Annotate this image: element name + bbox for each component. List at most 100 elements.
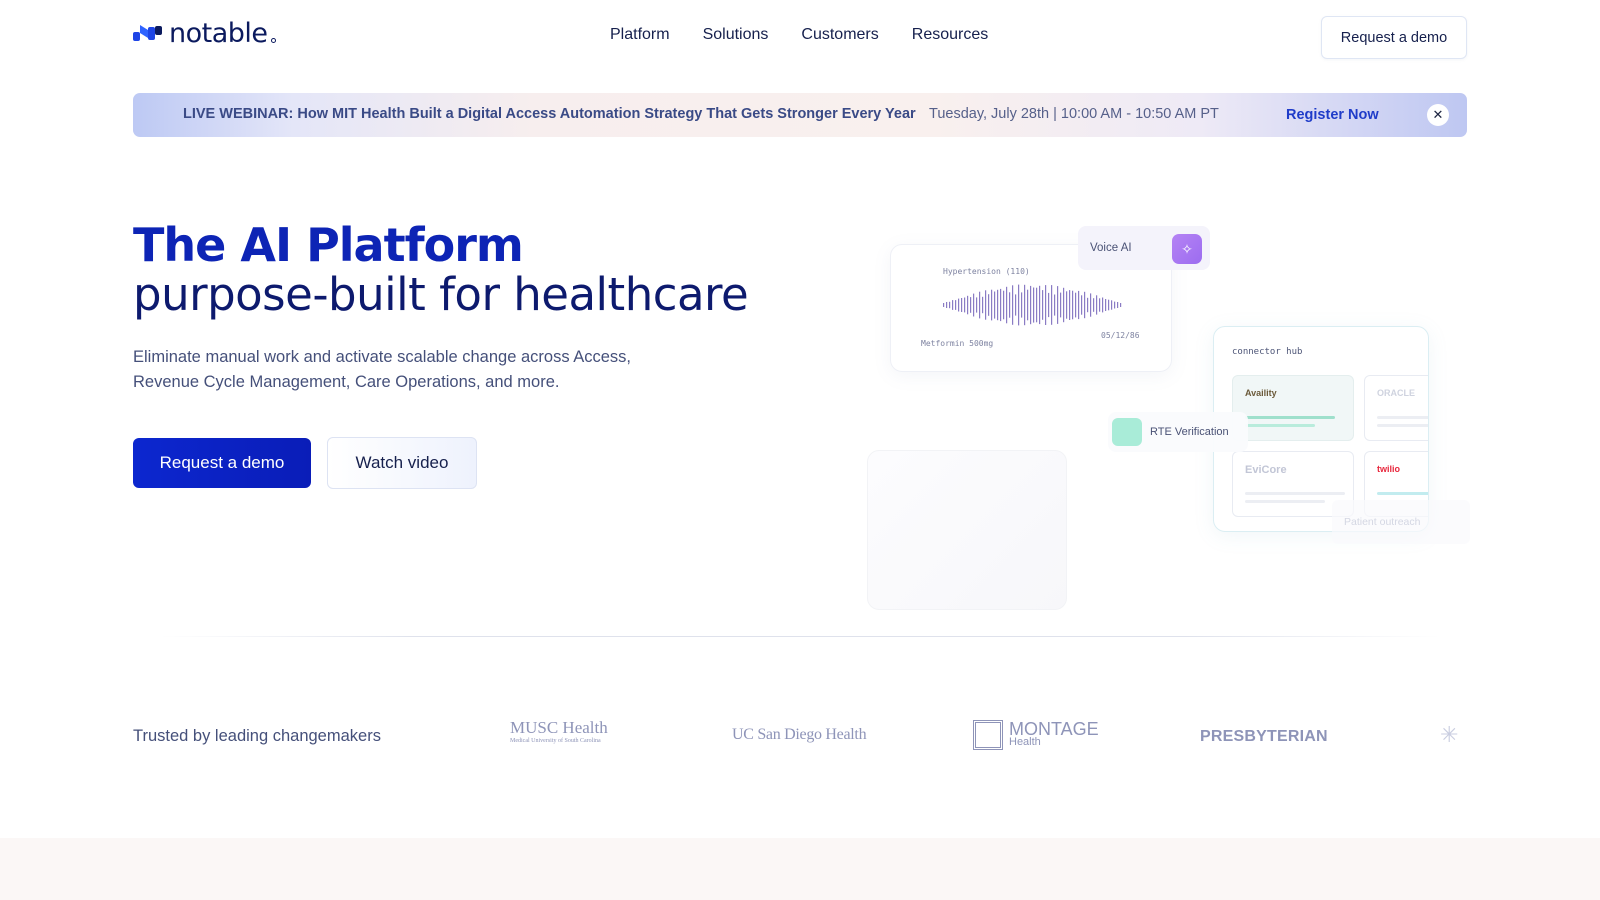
uc-san-diego-health-logo: UC San Diego Health bbox=[732, 726, 867, 743]
waveform-bar bbox=[1105, 299, 1107, 311]
waveform-bar bbox=[1090, 293, 1092, 317]
partial-logo-icon: ✳ bbox=[1440, 722, 1459, 747]
nav-platform[interactable]: Platform bbox=[610, 26, 670, 44]
hero-request-demo-button[interactable]: Request a demo bbox=[133, 438, 311, 488]
waveform-bar bbox=[1036, 287, 1038, 323]
logo-dot bbox=[270, 38, 276, 43]
waveform-bar bbox=[946, 302, 948, 308]
waveform-bar bbox=[955, 300, 957, 310]
waveform-bar bbox=[964, 297, 966, 313]
close-icon[interactable]: ✕ bbox=[1427, 104, 1449, 126]
waveform-bar bbox=[1063, 287, 1065, 323]
waveform-bar bbox=[1087, 297, 1089, 313]
waveform-bar bbox=[1093, 298, 1095, 312]
tile-line bbox=[1245, 500, 1325, 503]
voice-ai-label: Voice AI bbox=[1090, 242, 1132, 254]
patient-outreach-chip: Patient outreach bbox=[1332, 500, 1470, 544]
waveform-bar bbox=[1111, 300, 1113, 310]
waveform-bar bbox=[991, 289, 993, 321]
waveform-bar bbox=[979, 291, 981, 319]
header-request-demo-button[interactable]: Request a demo bbox=[1321, 16, 1467, 59]
waveform-bar bbox=[1108, 299, 1110, 311]
hero-illustration: Hypertension (110) Metformin 500mg 05/12… bbox=[860, 220, 1470, 620]
waveform-bar bbox=[970, 297, 972, 313]
tile-line bbox=[1245, 492, 1345, 495]
waveform-bar bbox=[1018, 284, 1020, 326]
notable-logo[interactable]: notable bbox=[133, 20, 276, 47]
waveform-bar bbox=[1045, 285, 1047, 325]
waveform-bar bbox=[1054, 294, 1056, 316]
connector-hub-title: connector hub bbox=[1232, 347, 1303, 357]
voice-top-label: Hypertension (110) bbox=[943, 267, 1030, 276]
presbyterian-logo: PRESBYTERIAN bbox=[1200, 728, 1328, 745]
waveform-bar bbox=[1084, 291, 1086, 319]
banner-register-link[interactable]: Register Now bbox=[1286, 107, 1379, 123]
musc-logo-text: MUSC Health bbox=[510, 718, 608, 737]
nav-customers[interactable]: Customers bbox=[801, 26, 878, 44]
waveform-bar bbox=[997, 289, 999, 321]
tile-line bbox=[1245, 424, 1315, 427]
waveform-bar bbox=[1066, 291, 1068, 319]
waveform-bar bbox=[1000, 288, 1002, 322]
waveform-bar bbox=[1015, 294, 1017, 316]
waveform-bar bbox=[973, 293, 975, 317]
waveform-bar bbox=[1027, 289, 1029, 321]
banner-date: Tuesday, July 28th | 10:00 AM - 10:50 AM… bbox=[929, 106, 1219, 122]
voice-bottom-label: Metformin 500mg bbox=[921, 339, 994, 348]
waveform-bar bbox=[1024, 284, 1026, 326]
notable-logo-icon bbox=[133, 24, 162, 41]
waveform-bar bbox=[1009, 292, 1011, 318]
rte-icon bbox=[1112, 418, 1142, 446]
montage-health-logo: MONTAGE Health bbox=[973, 720, 1099, 750]
waveform-bar bbox=[1072, 290, 1074, 320]
tile-line bbox=[1377, 492, 1428, 495]
montage-logo-text: MONTAGE bbox=[1009, 719, 1099, 739]
section-divider bbox=[160, 636, 1440, 637]
waveform-bar bbox=[1039, 285, 1041, 325]
waveform-bar bbox=[1048, 292, 1050, 318]
waveform-bar bbox=[943, 303, 945, 307]
nav-resources[interactable]: Resources bbox=[912, 26, 988, 44]
availity-logo: Availity bbox=[1245, 388, 1277, 398]
waveform-bar bbox=[1057, 286, 1059, 324]
waveform-bar bbox=[976, 297, 978, 313]
evicore-logo: EviCore bbox=[1245, 464, 1287, 476]
waveform-bar bbox=[988, 294, 990, 316]
montage-logo-mark bbox=[973, 720, 1003, 750]
waveform-bar bbox=[961, 298, 963, 312]
banner-title[interactable]: LIVE WEBINAR: How MIT Health Built a Dig… bbox=[183, 106, 916, 122]
hero-title-line1: The AI Platform bbox=[133, 218, 524, 272]
waveform-bar bbox=[1117, 302, 1119, 308]
waveform-bar bbox=[985, 290, 987, 320]
main-nav: Platform Solutions Customers Resources bbox=[610, 26, 988, 44]
waveform-bar bbox=[1030, 285, 1032, 325]
trusted-label: Trusted by leading changemakers bbox=[133, 727, 381, 745]
waveform-bar bbox=[994, 291, 996, 319]
ghost-card bbox=[867, 450, 1067, 610]
waveform-bar bbox=[1003, 290, 1005, 320]
webinar-banner: LIVE WEBINAR: How MIT Health Built a Dig… bbox=[133, 93, 1467, 137]
waveform-bar bbox=[949, 301, 951, 309]
montage-logo-text-group: MONTAGE Health bbox=[1009, 719, 1099, 748]
waveform-bar bbox=[1069, 290, 1071, 320]
twilio-logo: twilio bbox=[1377, 464, 1400, 474]
waveform-bar bbox=[958, 298, 960, 312]
oracle-logo: ORACLE bbox=[1377, 388, 1415, 398]
rte-verification-chip: RTE Verification bbox=[1108, 412, 1248, 452]
rte-verification-label: RTE Verification bbox=[1150, 426, 1229, 438]
waveform-bar bbox=[1006, 286, 1008, 324]
waveform-bar bbox=[1042, 290, 1044, 320]
brand-name: notable bbox=[169, 18, 268, 49]
waveform-bar bbox=[1096, 295, 1098, 315]
voice-date-label: 05/12/86 bbox=[1101, 331, 1140, 340]
tile-line bbox=[1245, 416, 1335, 419]
nav-solutions[interactable]: Solutions bbox=[703, 26, 769, 44]
waveform-bar bbox=[1033, 287, 1035, 323]
waveform-bar bbox=[952, 300, 954, 310]
waveform-bar bbox=[1012, 285, 1014, 325]
watch-video-button[interactable]: Watch video bbox=[327, 437, 477, 489]
tile-line bbox=[1377, 424, 1428, 427]
hero-subtitle: Eliminate manual work and activate scala… bbox=[133, 348, 632, 391]
waveform-bar bbox=[1021, 292, 1023, 318]
connector-tile-oracle: ORACLE bbox=[1364, 375, 1428, 441]
